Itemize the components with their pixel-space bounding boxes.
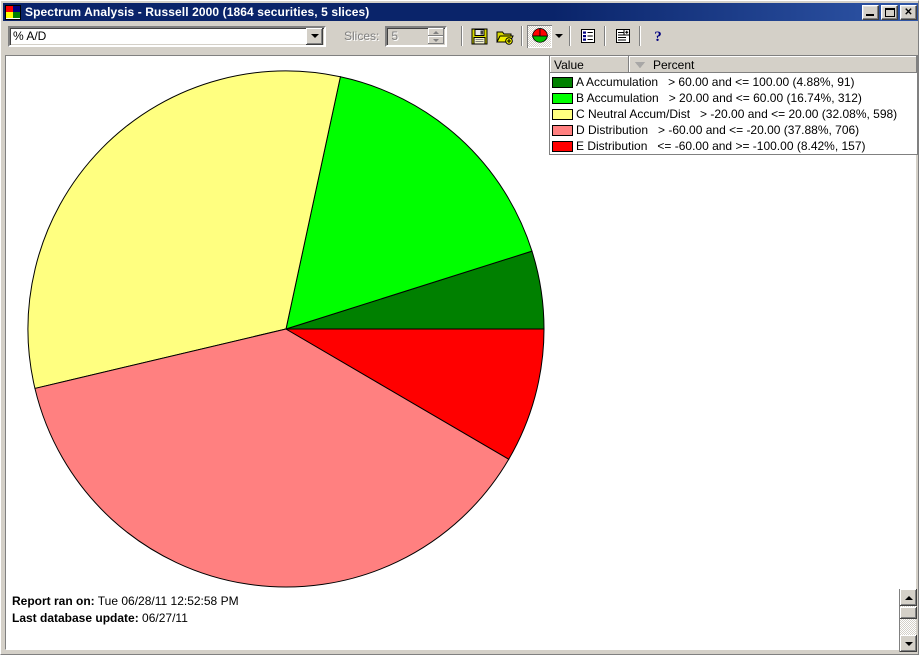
- minimize-button[interactable]: [862, 4, 879, 20]
- legend-row-range: > 60.00 and <= 100.00 (4.88%, 91): [668, 75, 855, 89]
- svg-text:?: ?: [654, 29, 662, 44]
- scroll-thumb[interactable]: [900, 607, 917, 619]
- toolbar-separator: [639, 26, 642, 46]
- legend-column-percent-label: Percent: [653, 57, 695, 72]
- legend-row[interactable]: D Distribution > -60.00 and <= -20.00 (37…: [550, 122, 917, 138]
- triangle-up-icon: [904, 595, 913, 600]
- legend-column-percent[interactable]: Percent: [629, 56, 917, 73]
- legend-row-name: C Neutral Accum/Dist: [576, 107, 691, 121]
- last-update-value: 06/27/11: [142, 611, 188, 625]
- legend-row-name: D Distribution: [576, 123, 649, 137]
- legend-row-range: <= -60.00 and >= -100.00 (8.42%, 157): [657, 139, 866, 153]
- legend-color-swatch: [552, 124, 573, 136]
- help-button[interactable]: ?: [645, 25, 670, 48]
- report-ran-line: Report ran on: Tue 06/28/11 12:52:58 PM: [12, 593, 239, 610]
- sort-descending-icon: [635, 61, 645, 68]
- indicator-select-value: % A/D: [13, 29, 47, 43]
- legend-header: Value Percent: [550, 56, 917, 73]
- legend-color-swatch: [552, 92, 573, 104]
- report-footer: Report ran on: Tue 06/28/11 12:52:58 PM …: [12, 593, 239, 627]
- toolbar-separator: [604, 26, 607, 46]
- legend-column-value[interactable]: Value: [550, 56, 629, 73]
- maximize-button[interactable]: [881, 4, 898, 20]
- chevron-down-icon[interactable]: [306, 27, 323, 45]
- pie-chart-icon: [5, 4, 21, 20]
- toolbar-separator: [521, 26, 524, 46]
- legend-row[interactable]: E Distribution <= -60.00 and >= -100.00 (…: [550, 138, 917, 154]
- report-ran-label: Report ran on:: [12, 594, 95, 608]
- legend-row-name: A Accumulation: [576, 75, 659, 89]
- chart-type-dropdown-button[interactable]: [552, 25, 565, 48]
- close-icon: ✕: [904, 6, 913, 18]
- toolbar: % A/D Slices: 5 ?: [3, 22, 918, 50]
- report-ran-value: Tue 06/28/11 12:52:58 PM: [97, 594, 239, 608]
- report-view-button[interactable]: [575, 25, 600, 48]
- save-button[interactable]: [467, 25, 492, 48]
- legend-row-name: E Distribution: [576, 139, 648, 153]
- window-buttons: ✕: [862, 4, 917, 20]
- list-report-icon: [580, 29, 595, 43]
- last-update-line: Last database update: 06/27/11: [12, 610, 239, 627]
- legend-row[interactable]: A Accumulation > 60.00 and <= 100.00 (4.8…: [550, 74, 917, 90]
- open-button[interactable]: [492, 25, 517, 48]
- question-mark-icon: ?: [654, 29, 662, 44]
- toolbar-separator: [569, 26, 572, 46]
- list-add-icon: [615, 29, 630, 43]
- pie-chart-icon: [531, 28, 548, 43]
- legend-color-swatch: [552, 108, 573, 120]
- open-folder-add-icon: [496, 31, 514, 45]
- scroll-up-button[interactable]: [900, 589, 917, 606]
- window-title: Spectrum Analysis - Russell 2000 (1864 s…: [25, 5, 370, 19]
- toolbar-separator: [461, 26, 464, 46]
- legend-row-range: > -60.00 and <= -20.00 (37.88%, 706): [658, 123, 860, 137]
- slices-stepper[interactable]: 5: [385, 25, 448, 47]
- vertical-scrollbar[interactable]: [899, 589, 917, 652]
- legend-column-value-label: Value: [554, 57, 584, 72]
- last-update-label: Last database update:: [12, 611, 139, 625]
- slices-increment-button[interactable]: [428, 28, 445, 36]
- slices-stepper-buttons[interactable]: [428, 28, 445, 44]
- legend-row[interactable]: B Accumulation > 20.00 and <= 60.00 (16.7…: [550, 90, 917, 106]
- close-button[interactable]: ✕: [900, 4, 917, 20]
- legend-row-range: > -20.00 and <= 20.00 (32.08%, 598): [700, 107, 898, 121]
- application-window: Spectrum Analysis - Russell 2000 (1864 s…: [0, 0, 919, 655]
- scroll-down-button[interactable]: [900, 635, 917, 652]
- title-bar[interactable]: Spectrum Analysis - Russell 2000 (1864 s…: [3, 3, 918, 21]
- legend-row-name: B Accumulation: [576, 91, 659, 105]
- floppy-disk-icon: [471, 28, 488, 44]
- triangle-down-icon: [904, 641, 913, 646]
- legend-panel: Value Percent A Accumulation > 60.00 and …: [549, 55, 918, 155]
- legend-rows: A Accumulation > 60.00 and <= 100.00 (4.8…: [550, 73, 917, 154]
- legend-row-range: > 20.00 and <= 60.00 (16.74%, 312): [668, 91, 862, 105]
- pie-chart-view-button[interactable]: [527, 24, 553, 48]
- indicator-select[interactable]: % A/D: [8, 25, 326, 47]
- detail-report-button[interactable]: [610, 25, 635, 48]
- legend-color-swatch: [552, 76, 573, 88]
- slices-decrement-button[interactable]: [428, 36, 445, 44]
- slices-label: Slices:: [344, 29, 380, 43]
- legend-color-swatch: [552, 140, 573, 152]
- legend-row[interactable]: C Neutral Accum/Dist > -20.00 and <= 20.0…: [550, 106, 917, 122]
- slices-value: 5: [391, 29, 399, 43]
